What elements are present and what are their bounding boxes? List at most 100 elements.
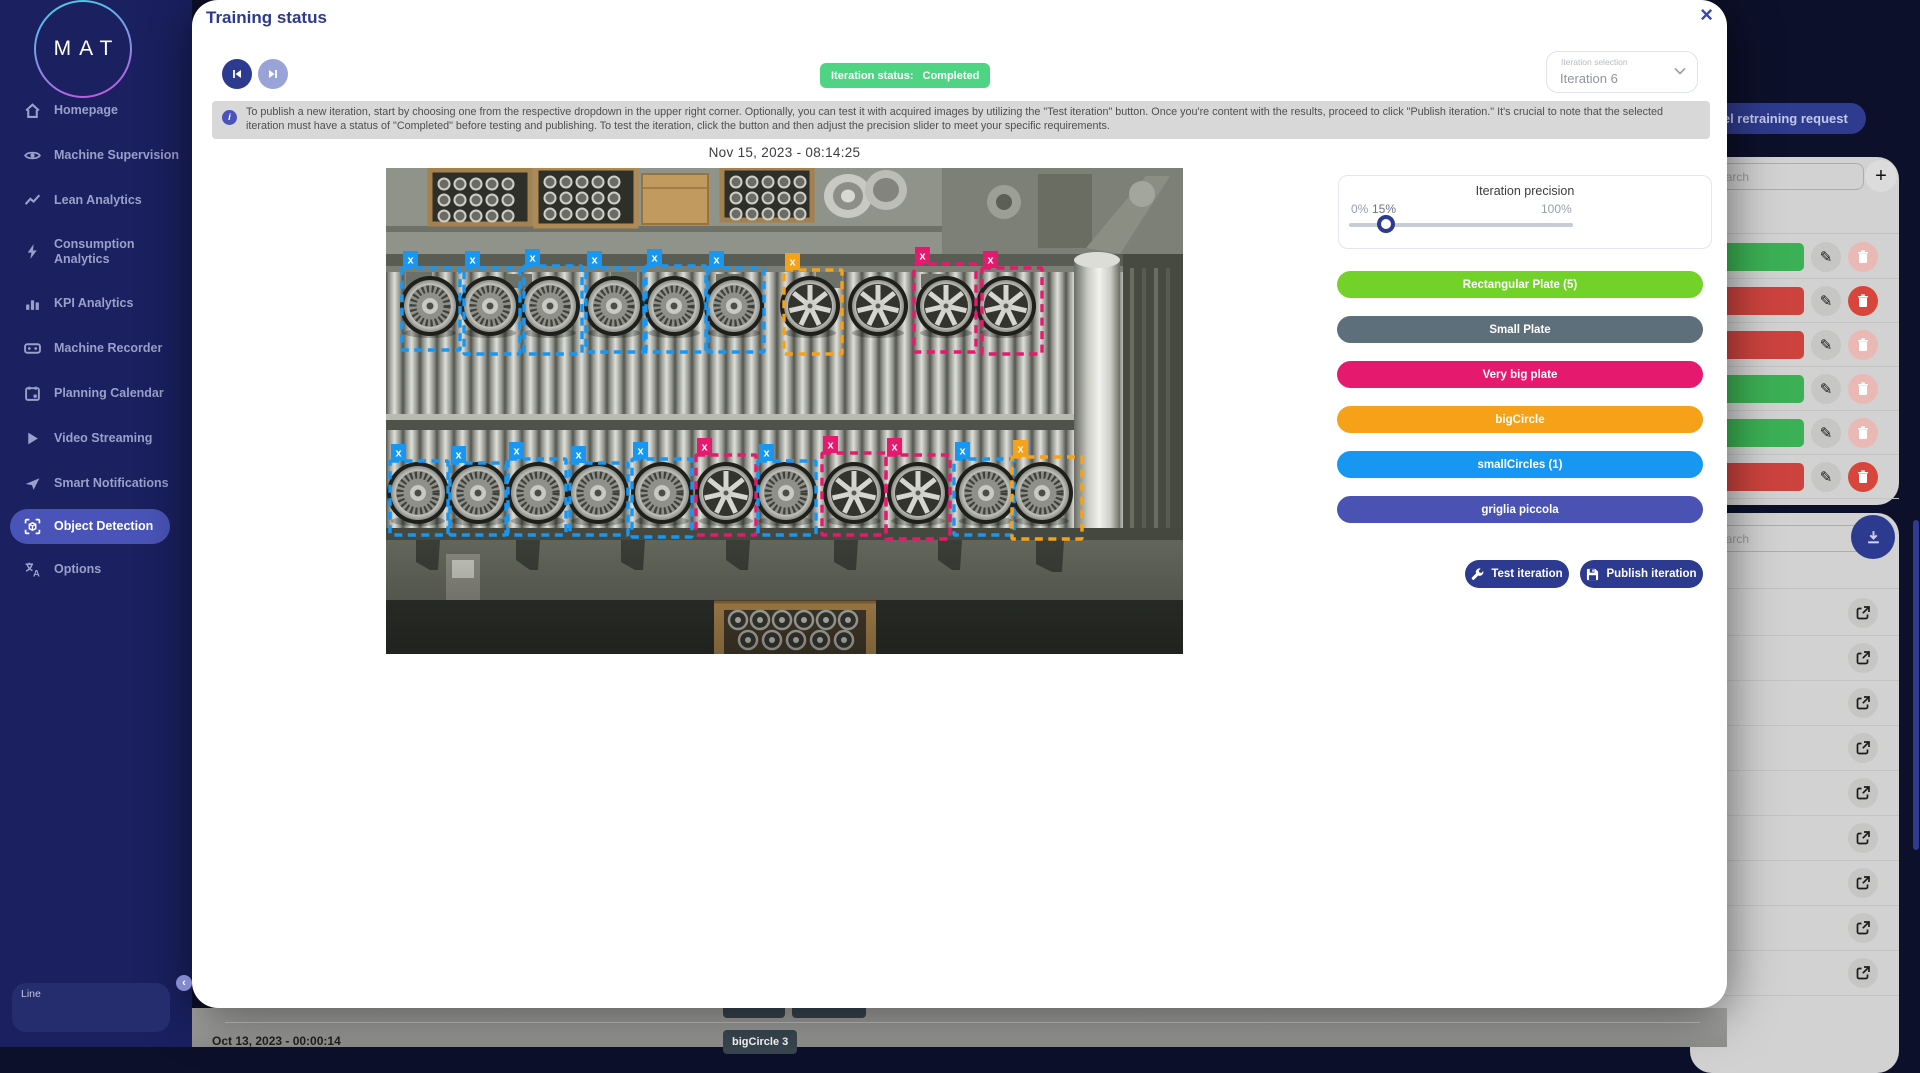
trash-icon [1858, 382, 1868, 395]
last-image-button[interactable] [258, 59, 288, 89]
trash-icon [1858, 338, 1868, 351]
open-record-button[interactable] [1848, 598, 1878, 628]
line-legend-panel[interactable]: Line [12, 983, 170, 1032]
download-button[interactable] [1851, 515, 1895, 559]
sidebar-item-label: Homepage [54, 103, 118, 118]
edit-button[interactable]: ✎ [1811, 242, 1841, 272]
svg-text:x: x [591, 255, 598, 267]
class-pill[interactable]: griglia piccola [1337, 496, 1703, 523]
edit-button[interactable]: ✎ [1811, 462, 1841, 492]
test-iteration-button[interactable]: Test iteration [1465, 560, 1569, 588]
open-record-button[interactable] [1848, 688, 1878, 718]
edit-button[interactable]: ✎ [1811, 286, 1841, 316]
class-pill-label: bigCircle [1495, 413, 1545, 426]
sidebar-item-kpi-analytics[interactable]: KPI Analytics [0, 281, 192, 326]
sidebar-item-label: Options [54, 561, 102, 576]
skip-back-icon [233, 70, 241, 78]
precision-slider-thumb[interactable] [1377, 215, 1395, 233]
edit-button[interactable]: ✎ [1811, 330, 1841, 360]
cube-scan-icon [24, 518, 41, 535]
sidebar-item-label: Smart Notifications [54, 475, 169, 490]
record-timestamp: Oct 13, 2023 - 00:00:14 [212, 1034, 341, 1048]
svg-text:x: x [919, 251, 926, 263]
trend-icon [24, 192, 41, 209]
iteration-status-value: Completed [922, 69, 980, 82]
app-logo: MAT [34, 0, 132, 98]
sidebar-item-label: Object Detection [54, 518, 154, 533]
test-iteration-label: Test iteration [1491, 568, 1563, 580]
edit-button[interactable]: ✎ [1811, 374, 1841, 404]
sidebar-item-label: Video Streaming [54, 430, 153, 445]
external-link-icon [1856, 831, 1870, 845]
collapse-chevron-button[interactable]: ‹ [176, 975, 192, 991]
precision-max-label: 100% [1541, 202, 1572, 216]
open-record-button[interactable] [1848, 958, 1878, 988]
delete-button[interactable] [1848, 330, 1878, 360]
class-pill[interactable]: Very big plate [1337, 361, 1703, 388]
sidebar-item-video-streaming[interactable]: Video Streaming [0, 416, 192, 461]
svg-text:x: x [637, 446, 644, 458]
external-link-icon [1856, 966, 1870, 980]
info-banner-text: To publish a new iteration, start by cho… [246, 106, 1664, 132]
iteration-select[interactable]: Iteration selection Iteration 6 [1546, 51, 1698, 93]
open-record-button[interactable] [1848, 643, 1878, 673]
svg-text:x: x [407, 255, 414, 267]
class-pill-label: Small Plate [1489, 323, 1551, 336]
info-banner: i To publish a new iteration, start by c… [212, 101, 1710, 139]
sidebar-item-machine-supervision[interactable]: Machine Supervision [0, 133, 192, 178]
trash-icon [1858, 250, 1868, 263]
sidebar-item-options[interactable]: A Options [0, 547, 192, 592]
open-record-button[interactable] [1848, 823, 1878, 853]
class-pill-label: smallCircles (1) [1477, 458, 1563, 471]
delete-button[interactable] [1848, 462, 1878, 492]
external-link-icon [1856, 876, 1870, 890]
sidebar-item-homepage[interactable]: Homepage [0, 88, 192, 133]
sidebar-item-planning-calendar[interactable]: Planning Calendar [0, 371, 192, 416]
sidebar-item-label: Consumption Analytics [54, 237, 135, 266]
edit-button[interactable]: ✎ [1811, 418, 1841, 448]
add-button[interactable]: + [1865, 160, 1897, 192]
sidebar-item-label: Planning Calendar [54, 385, 164, 400]
line-legend-label: Line [21, 988, 41, 1000]
class-pill[interactable]: Rectangular Plate (5) [1337, 271, 1703, 298]
open-record-button[interactable] [1848, 778, 1878, 808]
delete-button[interactable] [1848, 286, 1878, 316]
scrollbar-thumb[interactable] [1913, 520, 1919, 850]
play-icon [24, 430, 41, 447]
svg-text:x: x [891, 442, 898, 454]
info-icon: i [222, 110, 237, 125]
sidebar-item-machine-recorder[interactable]: Machine Recorder [0, 326, 192, 371]
publish-iteration-button[interactable]: Publish iteration [1580, 560, 1703, 588]
sidebar-item-smart-notifications[interactable]: Smart Notifications [0, 461, 192, 506]
calendar-icon [24, 385, 41, 402]
sidebar-item-consumption-analytics[interactable]: Consumption Analytics [0, 223, 192, 281]
training-status-modal: Training status × Iteration status: Comp… [192, 0, 1727, 1008]
bolt-icon [24, 243, 41, 260]
delete-button[interactable] [1848, 418, 1878, 448]
delete-button[interactable] [1848, 374, 1878, 404]
delete-button[interactable] [1848, 242, 1878, 272]
open-record-button[interactable] [1848, 913, 1878, 943]
recorder-icon [24, 340, 41, 357]
svg-text:x: x [469, 255, 476, 267]
svg-text:x: x [395, 448, 402, 460]
svg-text:x: x [651, 253, 658, 265]
class-pill[interactable]: smallCircles (1) [1337, 451, 1703, 478]
divider [225, 1022, 1700, 1023]
open-record-button[interactable] [1848, 733, 1878, 763]
external-link-icon [1856, 741, 1870, 755]
sidebar-item-lean-analytics[interactable]: Lean Analytics [0, 178, 192, 223]
external-link-icon [1856, 651, 1870, 665]
close-icon[interactable]: × [1700, 2, 1713, 28]
first-image-button[interactable] [222, 59, 252, 89]
class-pill[interactable]: Small Plate [1337, 316, 1703, 343]
external-link-icon [1856, 786, 1870, 800]
send-icon [24, 475, 41, 492]
sidebar-item-object-detection[interactable]: Object Detection [10, 508, 170, 544]
class-pill[interactable]: bigCircle [1337, 406, 1703, 433]
svg-text:x: x [513, 446, 520, 458]
trash-icon [1858, 426, 1868, 439]
detection-image-canvas[interactable]: x x x x x x x x x x x x x x x x x x x x [386, 168, 1183, 654]
class-count-badge: bigCircle 3 [723, 1030, 798, 1054]
open-record-button[interactable] [1848, 868, 1878, 898]
